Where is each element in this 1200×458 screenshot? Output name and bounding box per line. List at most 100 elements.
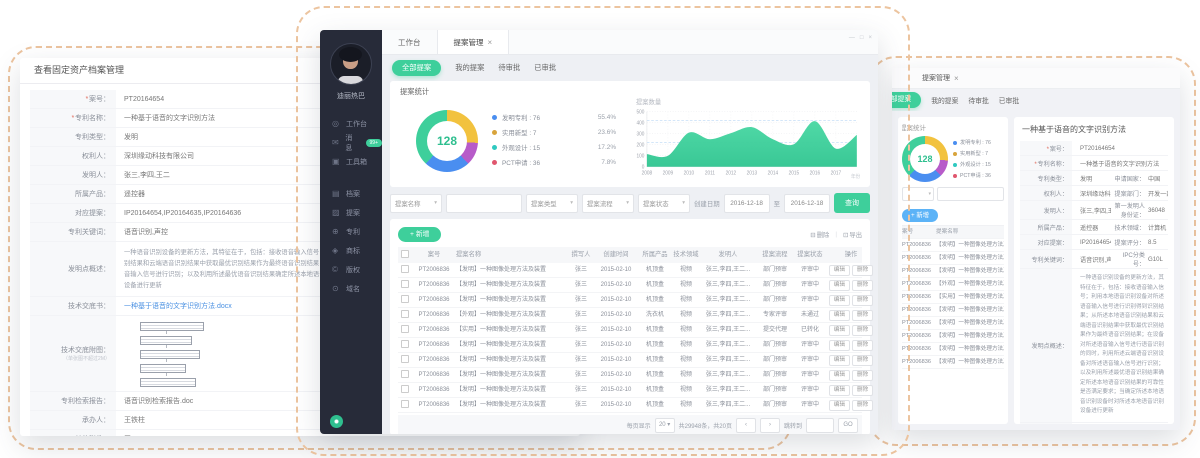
legend-item: 实用新型 : 723.6% <box>492 125 628 140</box>
edit-button[interactable]: 编辑 <box>829 265 850 276</box>
delete-button[interactable]: 删除 <box>852 340 873 351</box>
row-checkbox[interactable] <box>398 278 412 292</box>
sidebar-item-label: 工作台 <box>346 119 367 129</box>
delete-button[interactable]: 删除 <box>852 355 873 366</box>
export-icon: ⊡ <box>843 232 848 239</box>
sidebar-item-label: 专利 <box>346 227 360 237</box>
mini-table-row[interactable]: PT2006836【发明】一种图像处理方法及装置 <box>902 265 1004 278</box>
close-icon[interactable]: × <box>488 38 493 47</box>
filter-select-status[interactable]: 提案状态▾ <box>638 194 690 213</box>
maximize-button[interactable]: □ <box>860 35 864 41</box>
mini-table-row[interactable]: PT2006836【外观】一种图像处理方法及装置 <box>902 278 1004 291</box>
add-button[interactable]: + 新增 <box>398 227 441 242</box>
edit-button[interactable]: 编辑 <box>829 280 850 291</box>
archives-icon: ▤ <box>332 189 341 198</box>
field-value-2: 36048 <box>1145 201 1168 219</box>
flow-connector <box>166 345 167 348</box>
sidebar-item-trademarks[interactable]: ◈商标 <box>320 241 382 260</box>
go-button[interactable]: GO <box>838 418 858 433</box>
edit-button[interactable]: 编辑 <box>829 355 850 366</box>
delete-button[interactable]: 删除 <box>852 400 873 411</box>
tab-proposal-management[interactable]: 提案管理 <box>922 73 950 83</box>
close-button[interactable]: × <box>868 35 872 41</box>
edit-button[interactable]: 编辑 <box>829 340 850 351</box>
prev-page-button[interactable]: ‹ <box>736 418 756 433</box>
attachment-link[interactable]: 一种基于语音的文字识别方法.docx <box>1072 423 1168 425</box>
tab-proposal-management[interactable]: 提案管理 × <box>437 30 510 54</box>
delete-action[interactable]: ⊟删除 <box>810 230 829 239</box>
page-jump-input[interactable] <box>806 418 834 433</box>
close-icon[interactable]: × <box>954 74 959 83</box>
mini-table-row[interactable]: PT2006836【发明】一种图像处理方法及装置 <box>902 252 1004 265</box>
row-checkbox[interactable] <box>398 263 412 277</box>
subtab-3[interactable]: 已审批 <box>999 95 1019 105</box>
row-actions: 编辑删除 <box>826 353 876 367</box>
subtab-3[interactable]: 已审批 <box>534 63 556 73</box>
tab-workbench[interactable]: 工作台 <box>382 30 437 54</box>
sidebar-item-workbench[interactable]: ◎工作台 <box>320 114 382 133</box>
delete-button[interactable]: 删除 <box>852 385 873 396</box>
app-logo[interactable] <box>330 415 343 428</box>
delete-button[interactable]: 删除 <box>852 370 873 381</box>
edit-button[interactable]: 编辑 <box>829 370 850 381</box>
sidebar-item-domains[interactable]: ⊙域名 <box>320 279 382 298</box>
select-all-checkbox[interactable] <box>398 247 412 263</box>
legend-item: 发明专利 : 7655.4% <box>492 110 628 125</box>
filter-input[interactable] <box>937 187 1004 201</box>
export-action[interactable]: ⊡导出 <box>843 230 862 239</box>
row-checkbox[interactable] <box>398 323 412 337</box>
mini-table-row[interactable]: PT2006836【发明】一种图像处理方法及装置 <box>902 356 1004 369</box>
delete-button[interactable]: 删除 <box>852 280 873 291</box>
row-checkbox[interactable] <box>398 383 412 397</box>
table-header: 案号提案名称撰写人创建时间所属产品技术领域发明人提案流程提案状态操作 <box>398 247 862 263</box>
sidebar-item-toolbox[interactable]: ▣工具箱 <box>320 152 382 171</box>
edit-button[interactable]: 编辑 <box>829 295 850 306</box>
cell: PT2006836 <box>412 323 456 337</box>
subtab-1[interactable]: 我的提案 <box>455 63 484 73</box>
keyword-input[interactable] <box>446 194 522 213</box>
delete-button[interactable]: 删除 <box>852 325 873 336</box>
row-checkbox[interactable] <box>398 338 412 352</box>
search-button[interactable]: 查询 <box>834 193 870 213</box>
date-from-input[interactable]: 2016-12-18 <box>724 194 770 213</box>
mini-table-row[interactable]: PT2006836【发明】一种图像处理方法及装置 <box>902 239 1004 252</box>
minimize-button[interactable]: — <box>849 35 855 41</box>
edit-button[interactable]: 编辑 <box>829 400 850 411</box>
next-page-button[interactable]: › <box>760 418 780 433</box>
subtab-0[interactable]: 全部提案 <box>392 60 441 76</box>
field-value: 张三,李四,王二 <box>1072 201 1111 219</box>
date-to-input[interactable]: 2016-12-18 <box>784 194 830 213</box>
avatar[interactable] <box>330 43 372 85</box>
edit-button[interactable]: 编辑 <box>829 385 850 396</box>
filter-select-flow[interactable]: 提案流程▾ <box>582 194 634 213</box>
mini-table-row[interactable]: PT2006836【实用】一种图像处理方法及装置 <box>902 291 1004 304</box>
sidebar-item-proposals[interactable]: ▨提案 <box>320 203 382 222</box>
required-star: * <box>85 96 88 103</box>
sidebar-item-copyrights[interactable]: ©版权 <box>320 260 382 279</box>
edit-button[interactable]: 编辑 <box>829 325 850 336</box>
row-checkbox[interactable] <box>398 353 412 367</box>
subtab-2[interactable]: 待审批 <box>498 63 520 73</box>
svg-text:200: 200 <box>636 142 644 148</box>
mini-table-row[interactable]: PT2006836【发明】一种图像处理方法及装置 <box>902 304 1004 317</box>
delete-button[interactable]: 删除 <box>852 295 873 306</box>
subtab-2[interactable]: 待审批 <box>968 95 988 105</box>
delete-button[interactable]: 删除 <box>852 310 873 321</box>
row-checkbox[interactable] <box>398 398 412 412</box>
row-checkbox[interactable] <box>398 368 412 382</box>
sidebar-item-archives[interactable]: ▤档案 <box>320 184 382 203</box>
filter-select-name[interactable]: 提案名称▾ <box>390 194 442 213</box>
subtab-1[interactable]: 我的提案 <box>931 95 958 105</box>
filter-select-type[interactable]: 提案类型▾ <box>526 194 578 213</box>
delete-button[interactable]: 删除 <box>852 265 873 276</box>
sidebar-item-patents[interactable]: ⊕专利 <box>320 222 382 241</box>
mini-table-row[interactable]: PT2006836【发明】一种图像处理方法及装置 <box>902 343 1004 356</box>
sidebar-item-messages[interactable]: ✉消息99+ <box>320 133 382 152</box>
row-checkbox[interactable] <box>398 308 412 322</box>
row-actions: 编辑删除 <box>826 293 876 307</box>
page-size-select[interactable]: 20 ▾ <box>655 418 675 433</box>
row-checkbox[interactable] <box>398 293 412 307</box>
mini-table-row[interactable]: PT2006836【发明】一种图像处理方法及装置 <box>902 317 1004 330</box>
mini-table-row[interactable]: PT2006836【发明】一种图像处理方法及装置 <box>902 330 1004 343</box>
edit-button[interactable]: 编辑 <box>829 310 850 321</box>
